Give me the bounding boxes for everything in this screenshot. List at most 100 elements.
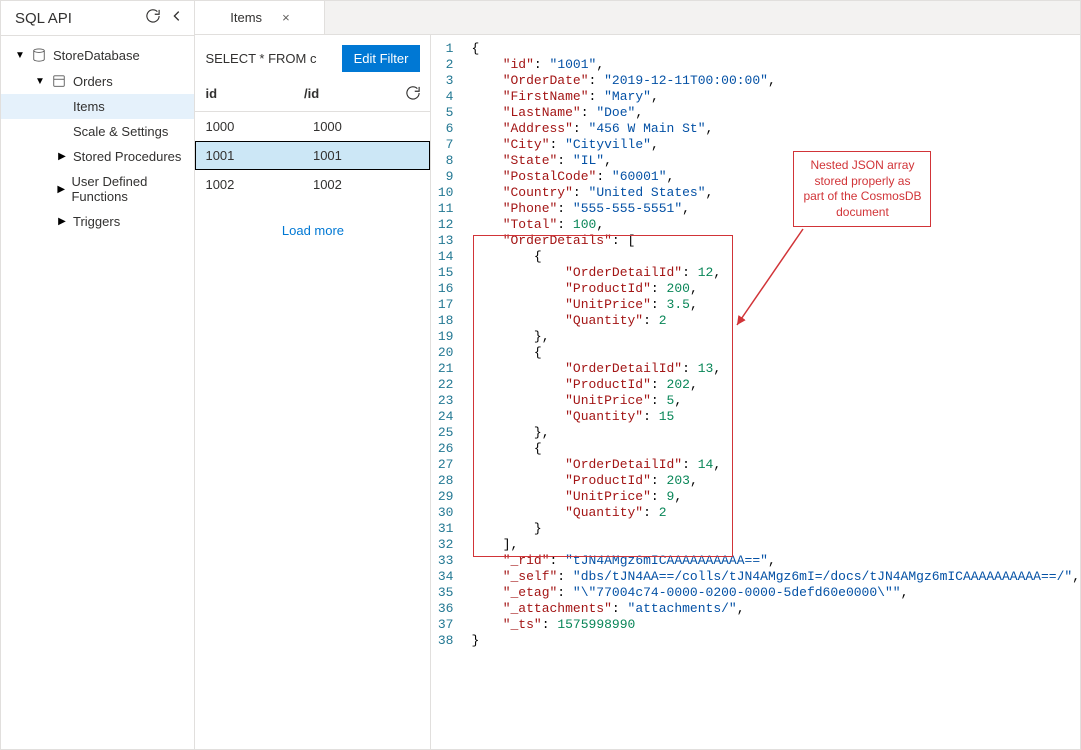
code-line: 7 "City": "Cityville",	[431, 137, 1080, 153]
sidebar-header: SQL API	[1, 1, 194, 36]
json-editor[interactable]: 1{2 "id": "1001",3 "OrderDate": "2019-12…	[431, 35, 1080, 749]
col-partitionkey: /id	[304, 86, 403, 103]
code-line: 37 "_ts": 1575998990	[431, 617, 1080, 633]
refresh-icon[interactable]	[146, 9, 160, 27]
line-number: 14	[431, 249, 467, 265]
tree-node-scale-settings[interactable]: ▶Scale & Settings	[1, 119, 194, 144]
item-pid: 1000	[313, 119, 421, 134]
line-text: {	[467, 41, 479, 57]
refresh-icon[interactable]	[402, 86, 420, 103]
item-row[interactable]: 10001000	[195, 112, 430, 141]
line-number: 17	[431, 297, 467, 313]
tabbar: Items ×	[195, 1, 1080, 35]
line-text: "Address": "456 W Main St",	[467, 121, 713, 137]
line-number: 16	[431, 281, 467, 297]
item-pid: 1001	[313, 148, 421, 163]
line-number: 38	[431, 633, 467, 649]
edit-filter-button[interactable]: Edit Filter	[342, 45, 421, 72]
tree-node-user-defined-functions[interactable]: ▶ User Defined Functions	[1, 169, 194, 209]
line-number: 12	[431, 217, 467, 233]
tree-label: Scale & Settings	[73, 124, 168, 139]
chevron-down-icon[interactable]: ▼	[35, 76, 45, 87]
line-number: 19	[431, 329, 467, 345]
item-id: 1001	[205, 148, 313, 163]
chevron-right-icon[interactable]: ▶	[57, 216, 67, 227]
line-number: 34	[431, 569, 467, 585]
tree-node-storedatabase[interactable]: ▼StoreDatabase	[1, 42, 194, 68]
line-number: 7	[431, 137, 467, 153]
line-text: "State": "IL",	[467, 153, 611, 169]
code-line: 5 "LastName": "Doe",	[431, 105, 1080, 121]
item-id: 1002	[205, 177, 313, 192]
line-number: 36	[431, 601, 467, 617]
code-line: 38}	[431, 633, 1080, 649]
tree-label: User Defined Functions	[71, 174, 186, 204]
line-number: 1	[431, 41, 467, 57]
line-number: 33	[431, 553, 467, 569]
line-text: "Country": "United States",	[467, 185, 713, 201]
line-text: "OrderDate": "2019-12-11T00:00:00",	[467, 73, 775, 89]
close-icon[interactable]: ×	[282, 10, 290, 25]
item-row[interactable]: 10021002	[195, 170, 430, 199]
code-line: 6 "Address": "456 W Main St",	[431, 121, 1080, 137]
item-pid: 1002	[313, 177, 421, 192]
tree-node-triggers[interactable]: ▶ Triggers	[1, 209, 194, 234]
line-number: 22	[431, 377, 467, 393]
chevron-right-icon[interactable]: ▶	[57, 184, 65, 195]
tab-label: Items	[230, 10, 262, 25]
annotation-label: Nested JSON array stored properly as par…	[793, 151, 931, 227]
items-list: 100010001001100110021002	[195, 112, 430, 199]
line-text: "_attachments": "attachments/",	[467, 601, 744, 617]
tree-node-stored-procedures[interactable]: ▶ Stored Procedures	[1, 144, 194, 169]
collapse-icon[interactable]	[170, 9, 184, 27]
line-number: 10	[431, 185, 467, 201]
line-text: "_etag": "\"77004c74-0000-0200-0000-5def…	[467, 585, 908, 601]
container-icon	[51, 73, 67, 89]
code-line: 1{	[431, 41, 1080, 57]
line-number: 20	[431, 345, 467, 361]
code-line: 10 "Country": "United States",	[431, 185, 1080, 201]
code-line: 12 "Total": 100,	[431, 217, 1080, 233]
line-number: 28	[431, 473, 467, 489]
line-number: 30	[431, 505, 467, 521]
item-id: 1000	[205, 119, 313, 134]
line-text: "LastName": "Doe",	[467, 105, 643, 121]
code-line: 34 "_self": "dbs/tJN4AA==/colls/tJN4AMgz…	[431, 569, 1080, 585]
line-text: "FirstName": "Mary",	[467, 89, 658, 105]
tree-label: Triggers	[73, 214, 120, 229]
line-number: 4	[431, 89, 467, 105]
line-number: 13	[431, 233, 467, 249]
line-number: 27	[431, 457, 467, 473]
line-number: 21	[431, 361, 467, 377]
tree-label: Stored Procedures	[73, 149, 181, 164]
line-text: }	[467, 633, 479, 649]
database-icon	[31, 47, 47, 63]
code-line: 11 "Phone": "555-555-5551",	[431, 201, 1080, 217]
line-number: 15	[431, 265, 467, 281]
tab-items[interactable]: Items ×	[195, 1, 325, 34]
sidebar-title: SQL API	[15, 10, 72, 27]
line-number: 23	[431, 393, 467, 409]
code-line: 36 "_attachments": "attachments/",	[431, 601, 1080, 617]
line-number: 35	[431, 585, 467, 601]
line-number: 2	[431, 57, 467, 73]
chevron-down-icon[interactable]: ▼	[15, 50, 25, 61]
load-more-link[interactable]: Load more	[195, 199, 430, 262]
main: Items × SELECT * FROM c Edit Filter id /…	[195, 1, 1080, 749]
tree-label: Orders	[73, 74, 113, 89]
tree-node-orders[interactable]: ▼ Orders	[1, 68, 194, 94]
items-header: id /id	[195, 80, 430, 112]
line-number: 32	[431, 537, 467, 553]
item-row[interactable]: 10011001	[195, 141, 430, 170]
chevron-right-icon[interactable]: ▶	[57, 151, 67, 162]
code-line: 2 "id": "1001",	[431, 57, 1080, 73]
tree-node-items[interactable]: ▶Items	[1, 94, 194, 119]
line-text: "_self": "dbs/tJN4AA==/colls/tJN4AMgz6mI…	[467, 569, 1080, 585]
line-number: 31	[431, 521, 467, 537]
line-text: "id": "1001",	[467, 57, 604, 73]
line-number: 18	[431, 313, 467, 329]
items-panel: SELECT * FROM c Edit Filter id /id 10001…	[195, 35, 431, 749]
query-row: SELECT * FROM c Edit Filter	[195, 35, 430, 80]
line-number: 5	[431, 105, 467, 121]
col-id: id	[205, 86, 304, 103]
